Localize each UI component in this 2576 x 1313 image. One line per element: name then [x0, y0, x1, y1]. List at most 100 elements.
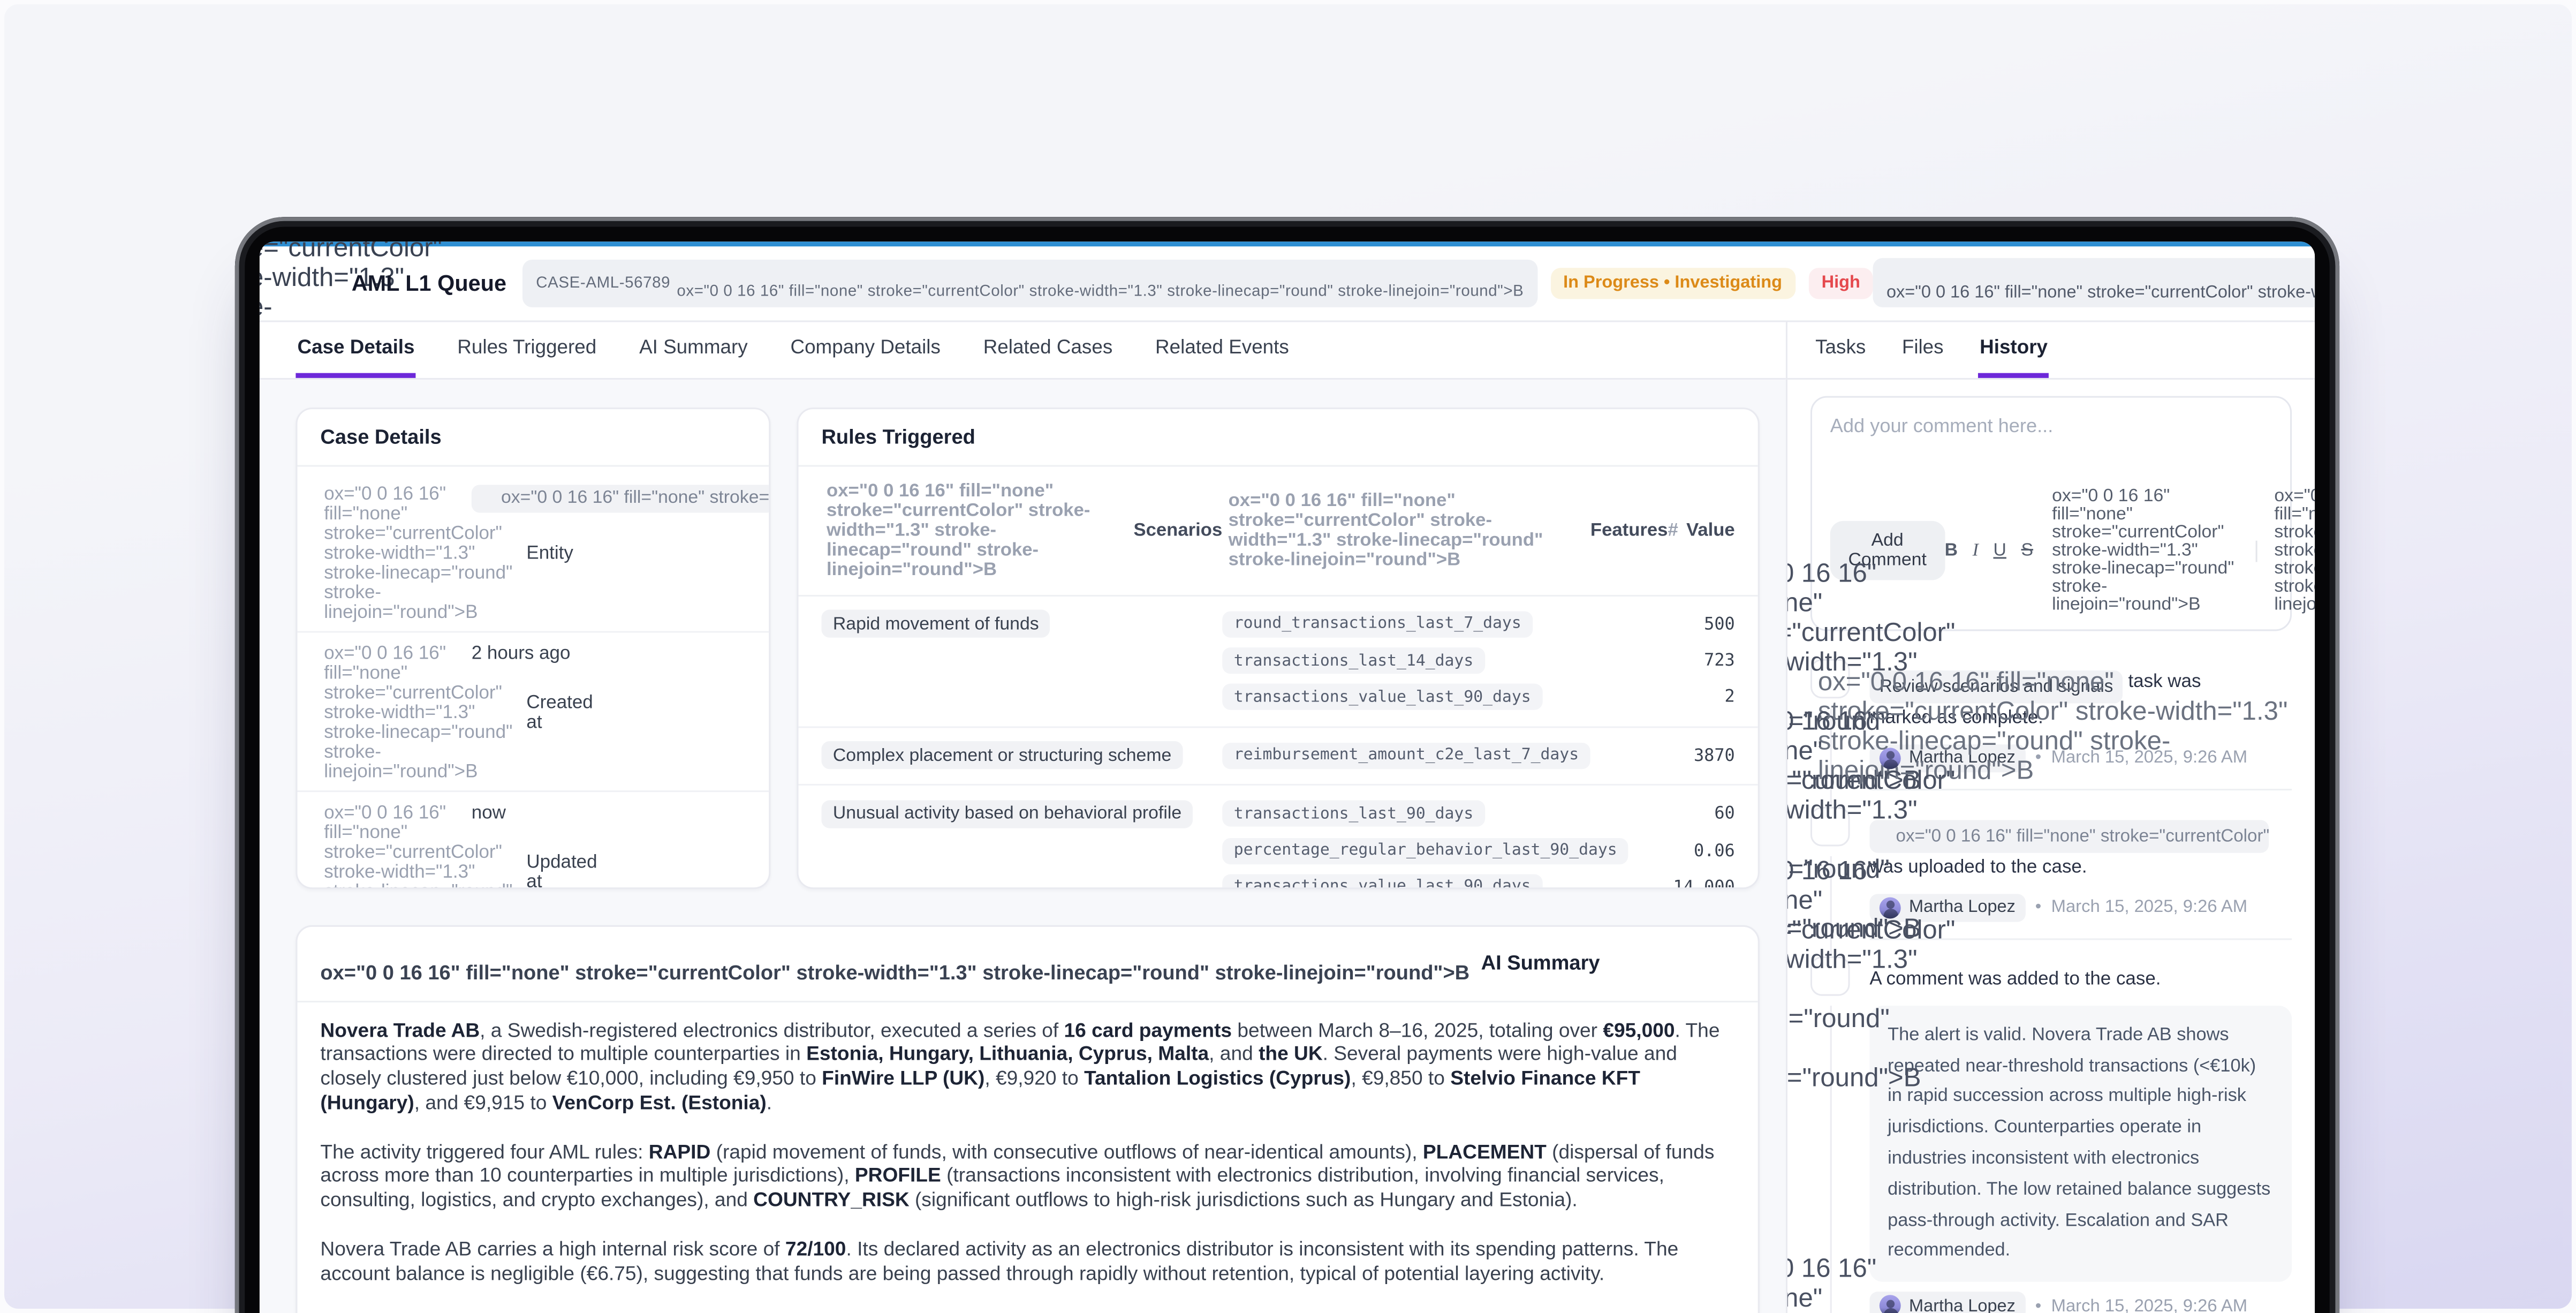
rule-scenario-badge: Rapid movement of funds	[821, 610, 1050, 638]
feature-name-badge: transactions_last_14_days	[1222, 647, 1484, 674]
feature-name-badge: transactions_value_last_90_days	[1222, 684, 1542, 711]
rule-scenario-cell: Rapid movement of funds	[821, 606, 1222, 716]
bold-button[interactable]: B	[1945, 541, 1958, 560]
updated-status-badge: ox="0 0 16 16" fill="none" stroke="curre…	[1873, 258, 2315, 307]
feature-value: 723	[1687, 651, 1734, 670]
col-value: Value	[1686, 520, 1735, 540]
format-toolbar: BIUSox="0 0 16 16" fill="none" stroke="c…	[1945, 487, 2315, 614]
link-icon[interactable]: ox="0 0 16 16" fill="none" stroke="curre…	[2048, 487, 2240, 614]
ai-text-bold: COUNTRY_RISK	[753, 1189, 909, 1212]
ai-text-bold: Tantalion Logistics (Cyprus)	[1084, 1067, 1351, 1090]
underline-button[interactable]: U	[1993, 541, 2006, 560]
field-label: ox="0 0 16 16" fill="none" stroke="curre…	[320, 640, 471, 781]
rule-group: Unusual activity based on behavioral pro…	[798, 784, 1757, 888]
ai-text-bold: Estonia, Hungary, Lithuania, Cyprus, Mal…	[806, 1043, 1209, 1066]
ai-text-bold: 16 card payments	[1064, 1018, 1232, 1041]
field-label-text: Created at	[526, 693, 593, 733]
ai-text-bold: VenCorp Est. (Estonia)	[552, 1091, 767, 1114]
app-window: ox="0 0 16 16" fill="none" stroke="curre…	[260, 242, 2315, 1313]
bullet-list-icon[interactable]: ox="0 0 16 16" fill="none" stroke="curre…	[2270, 487, 2315, 614]
sidebar-tab-files[interactable]: Files	[1900, 321, 1945, 377]
feature-name-badge: reimbursement_amount_c2e_last_7_days	[1222, 743, 1590, 769]
tab-company-details[interactable]: Company Details	[789, 321, 942, 377]
ai-text: , and €9,915 to	[414, 1091, 552, 1114]
main-content: Case Details ox="0 0 16 16" fill="none" …	[260, 379, 1786, 1313]
status-badge[interactable]: In Progress • Investigating	[1550, 267, 1795, 298]
history-timestamp: March 15, 2025, 9:26 AM	[2051, 1296, 2247, 1313]
laptop-frame: ox="0 0 16 16" fill="none" stroke="curre…	[235, 217, 2339, 1313]
feature-value: 60	[1698, 804, 1735, 824]
page: ox="0 0 16 16" fill="none" stroke="curre…	[0, 0, 2576, 1313]
comment-input[interactable]	[1830, 413, 2272, 472]
ai-summary-card: ox="0 0 16 16" fill="none" stroke="curre…	[296, 924, 1759, 1313]
rules-table-body: Rapid movement of funds round_transaction…	[798, 595, 1757, 888]
comment-icon: ox="0 0 16 16" fill="none" stroke="curre…	[1810, 956, 1850, 995]
ai-text-bold: PROFILE	[855, 1164, 941, 1187]
priority-badge[interactable]: High	[1808, 267, 1873, 298]
sidebar-tab-tasks[interactable]: Tasks	[1814, 321, 1867, 377]
toolbar-divider	[2255, 540, 2256, 561]
history-timestamp: March 15, 2025, 9:26 AM	[2051, 897, 2247, 917]
app-header: ox="0 0 16 16" fill="none" stroke="curre…	[260, 246, 2315, 320]
feature-row: transactions_value_last_90_days14.000	[1222, 869, 1734, 888]
tab-ai-summary[interactable]: AI Summary	[638, 321, 749, 377]
ai-text-bold: RAPID	[649, 1140, 711, 1163]
ai-paragraph: Novera Trade AB, a Swedish-registered el…	[320, 1018, 1734, 1115]
calendar-icon: ox="0 0 16 16" fill="none" stroke="curre…	[320, 643, 517, 781]
feature-row: transactions_value_last_90_days 2	[1222, 679, 1734, 716]
feature-row: percentage_regular_behavior_last_90_days…	[1222, 832, 1734, 869]
list-icon: ox="0 0 16 16" fill="none" stroke="curre…	[821, 481, 1124, 579]
col-scenarios: Scenarios	[1133, 520, 1222, 540]
field-value: now	[472, 799, 753, 822]
tab-case-details[interactable]: Case Details	[296, 321, 416, 377]
italic-button[interactable]: I	[1973, 541, 1979, 560]
ai-text: The activity triggered four AML rules:	[320, 1140, 648, 1163]
ai-paragraph: The activity triggered four AML rules: R…	[320, 1140, 1734, 1213]
case-details-card: Case Details ox="0 0 16 16" fill="none" …	[296, 407, 770, 888]
case-id-badge[interactable]: CASE-AML-56789ox="0 0 16 16" fill="none"…	[523, 259, 1537, 306]
case-detail-row: ox="0 0 16 16" fill="none" stroke="curre…	[297, 630, 769, 790]
ai-text: .	[767, 1091, 772, 1114]
recommended-action-heading: ox="0 0 16 16" fill="none" stroke="curre…	[320, 1311, 1734, 1313]
ai-text: , €9,920 to	[984, 1067, 1084, 1090]
sidebar-tab-history[interactable]: History	[1978, 321, 2049, 377]
ai-text: Novera Trade AB carries a high internal …	[320, 1237, 785, 1261]
meta-dot: •	[2035, 897, 2042, 917]
field-value: ox="0 0 16 16" fill="none" stroke="curre…	[472, 481, 753, 512]
col-features: Features	[1590, 520, 1668, 540]
feature-row: transactions_last_90_days 60	[1222, 795, 1734, 832]
sidebar: Tasks Files History Add Comment BIUSox="0 …	[1786, 321, 2315, 1313]
field-label-text: Entity	[526, 543, 573, 563]
rule-group: Complex placement or structuring schemer…	[798, 726, 1757, 784]
feature-value: 14.000	[1657, 878, 1735, 888]
tab-related-events[interactable]: Related Events	[1154, 321, 1291, 377]
feature-name-badge: round_transactions_last_7_days	[1222, 611, 1533, 637]
ai-paragraph: Novera Trade AB carries a high internal …	[320, 1237, 1734, 1286]
ai-text-bold: FinWire LLP (UK)	[822, 1067, 984, 1090]
case-detail-row: ox="0 0 16 16" fill="none" stroke="curre…	[297, 790, 769, 888]
browser-accent-bar	[260, 242, 2315, 246]
rule-scenario-badge: Unusual activity based on behavioral pro…	[821, 799, 1193, 827]
strikethrough-button[interactable]: S	[2021, 541, 2034, 560]
back-button[interactable]: ox="0 0 16 16" fill="none" stroke="curre…	[299, 265, 336, 301]
sidebar-tabbar: Tasks Files History	[1787, 321, 2315, 379]
field-label-text: Updated at	[526, 852, 597, 888]
ai-text-bold: 72/100	[785, 1237, 846, 1261]
feature-name-badge: transactions_last_90_days	[1222, 801, 1484, 827]
tab-rules-triggered[interactable]: Rules Triggered	[456, 321, 598, 377]
tag-icon: ox="0 0 16 16" fill="none" stroke="curre…	[1222, 491, 1580, 569]
header-right: ox="0 0 16 16" fill="none" stroke="curre…	[1873, 258, 2315, 307]
entity-link-badge[interactable]: ox="0 0 16 16" fill="none" stroke="curre…	[472, 484, 771, 512]
main-tabbar: Case Details Rules Triggered AI Summary Com…	[260, 321, 1786, 379]
feature-name-badge: percentage_regular_behavior_last_90_days	[1222, 837, 1628, 864]
tab-related-cases[interactable]: Related Cases	[982, 321, 1115, 377]
magnifier-icon: ox="0 0 16 16" fill="none" stroke="curre…	[320, 1311, 1442, 1313]
feature-value: 2	[1708, 688, 1735, 707]
sidebar-content: Add Comment BIUSox="0 0 16 16" fill="non…	[1787, 379, 2315, 1313]
ai-text: , and	[1209, 1043, 1259, 1066]
ai-text-bold: the UK	[1259, 1043, 1323, 1066]
case-details-rows: ox="0 0 16 16" fill="none" stroke="curre…	[297, 466, 769, 888]
field-value: 2 hours ago	[472, 640, 753, 663]
feature-value: 3870	[1677, 746, 1735, 766]
rule-features-cell: round_transactions_last_7_days500transac…	[1222, 606, 1734, 716]
